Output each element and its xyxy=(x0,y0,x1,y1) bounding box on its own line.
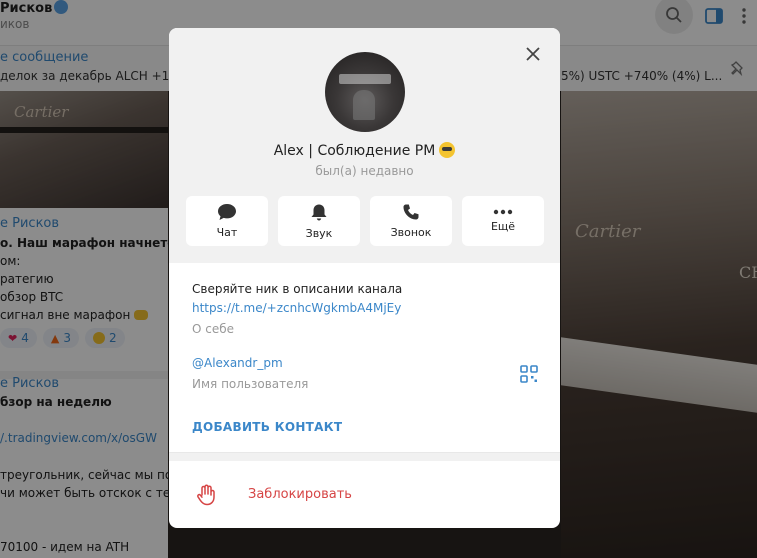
sound-button-label: Звук xyxy=(305,226,333,240)
close-icon xyxy=(526,47,540,61)
phone-icon xyxy=(403,204,419,220)
block-user-button[interactable]: Заблокировать xyxy=(169,473,560,517)
username[interactable]: @Alexandr_pm xyxy=(192,356,283,370)
more-dots-icon xyxy=(493,209,513,215)
section-separator xyxy=(169,452,560,461)
chat-button-label: Чат xyxy=(216,226,238,239)
more-button[interactable]: Ещё xyxy=(462,196,544,246)
call-button-label: Звонок xyxy=(390,226,432,239)
block-user-label: Заблокировать xyxy=(248,487,352,502)
qr-code-icon xyxy=(520,365,538,383)
action-buttons: Чат Звук Звонок Ещё xyxy=(186,196,544,246)
qr-code-button[interactable] xyxy=(520,365,538,383)
bio-caption: О себе xyxy=(192,322,235,336)
bio-link[interactable]: https://t.me/+zcnhcWgkmbA4MjEy xyxy=(192,301,401,315)
close-button[interactable] xyxy=(521,42,545,66)
chat-bubble-icon xyxy=(218,204,236,220)
last-seen-status: был(а) недавно xyxy=(315,164,414,178)
avatar-detail xyxy=(339,74,391,84)
add-contact-button[interactable]: ДОБАВИТЬ КОНТАКТ xyxy=(192,420,342,434)
bio-text: Сверяйте ник в описании канала xyxy=(192,282,403,296)
bell-icon xyxy=(311,204,327,220)
user-info-dialog: Alex | Соблюдение РМ был(а) недавно Чат … xyxy=(169,28,560,528)
sunglasses-emoji-icon xyxy=(439,142,456,158)
avatar-detail xyxy=(353,90,375,120)
chat-button[interactable]: Чат xyxy=(186,196,268,246)
hand-stop-icon xyxy=(197,484,215,506)
contact-name: Alex | Соблюдение РМ xyxy=(169,142,560,159)
contact-name-text: Alex | Соблюдение РМ xyxy=(273,143,436,159)
dialog-profile-section: Alex | Соблюдение РМ был(а) недавно Чат … xyxy=(169,28,560,263)
username-caption: Имя пользователя xyxy=(192,377,309,391)
avatar[interactable] xyxy=(325,52,405,132)
sound-button[interactable]: Звук xyxy=(278,196,360,246)
more-button-label: Ещё xyxy=(490,220,516,233)
call-button[interactable]: Звонок xyxy=(370,196,452,246)
